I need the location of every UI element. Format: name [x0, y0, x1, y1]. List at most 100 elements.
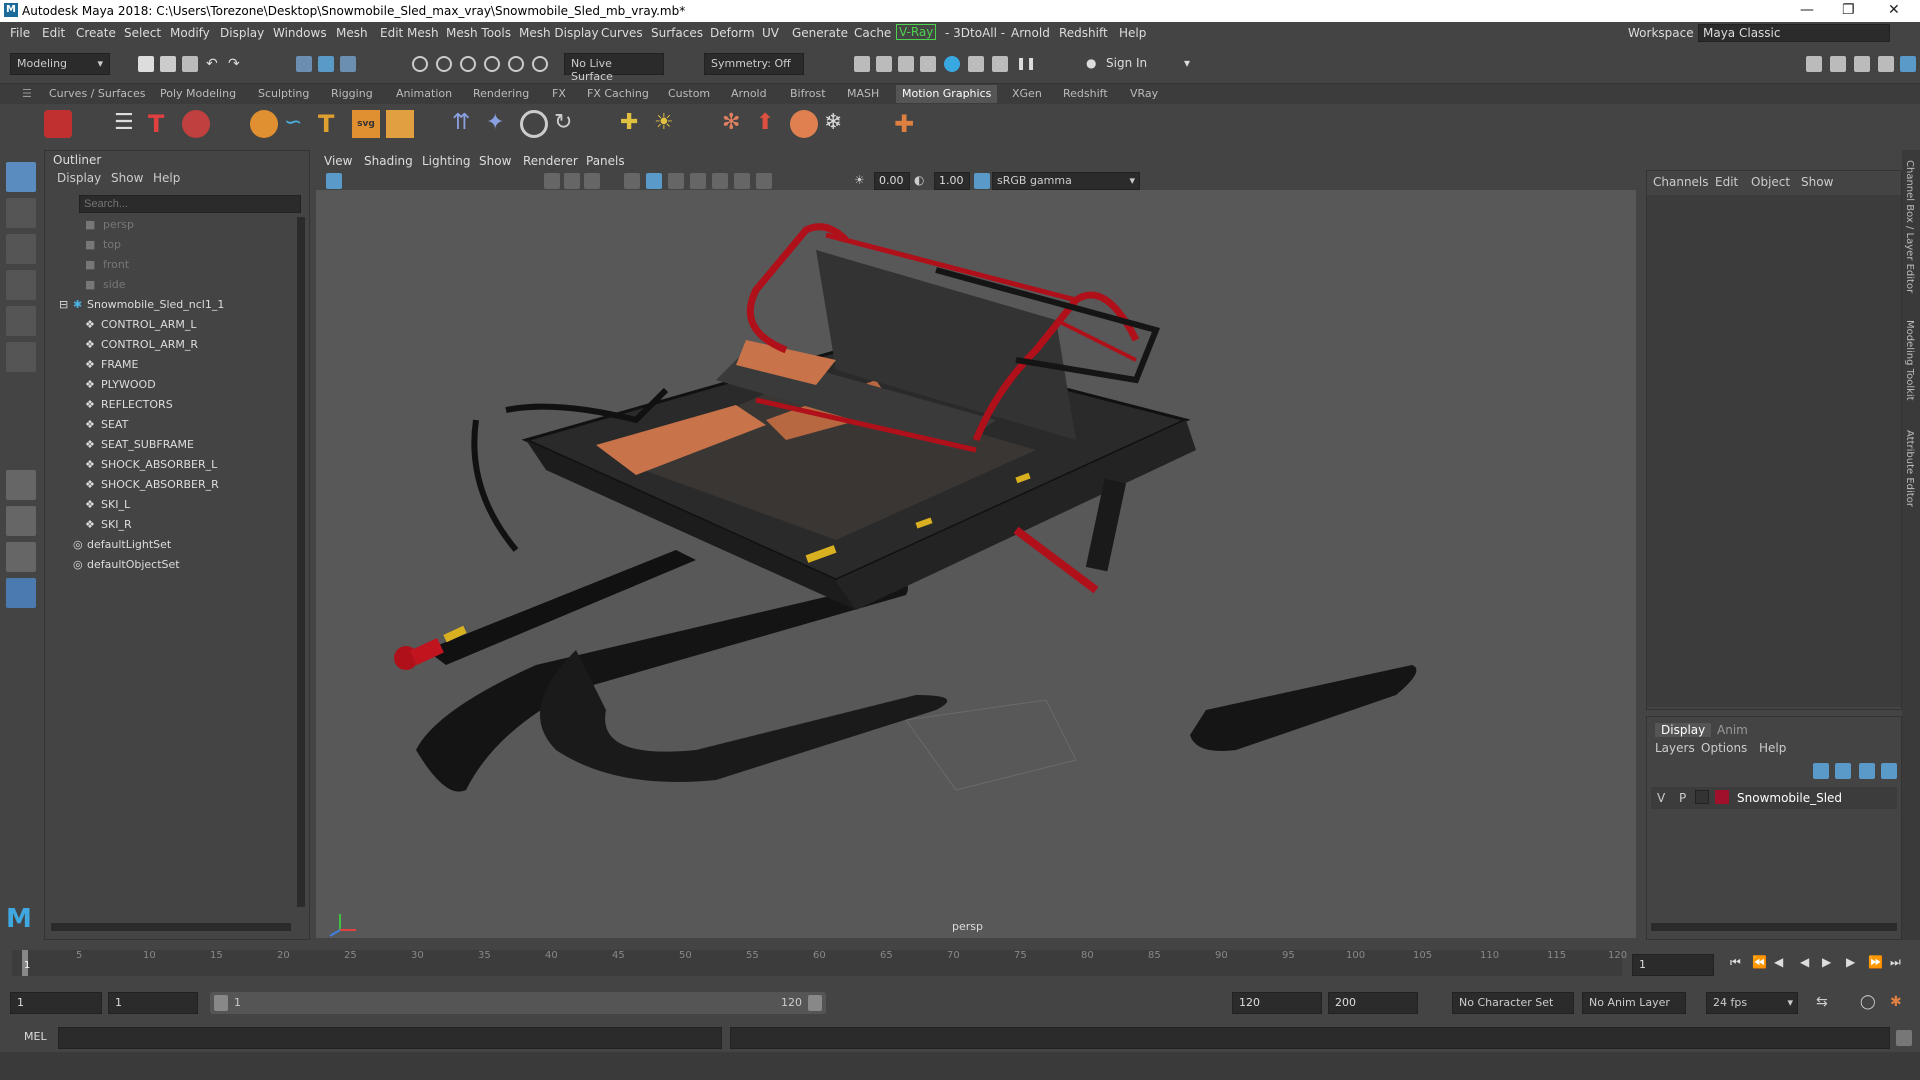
- scale-tool-icon[interactable]: [6, 342, 36, 372]
- playback-start-field[interactable]: 1: [108, 992, 198, 1014]
- list-item[interactable]: ❖ SKI_L: [45, 495, 285, 515]
- outliner-scrollbar[interactable]: [297, 217, 305, 907]
- go-to-start-icon[interactable]: ⏮: [1730, 955, 1741, 970]
- viewport-menu-renderer[interactable]: Renderer: [523, 154, 578, 168]
- list-item[interactable]: ■ persp: [45, 215, 285, 235]
- xray-icon[interactable]: [734, 173, 750, 189]
- layer-tab-anim[interactable]: Anim: [1717, 723, 1748, 737]
- loop-icon[interactable]: ⇆: [1816, 994, 1828, 1010]
- render-view-icon[interactable]: [854, 56, 870, 72]
- sign-in-button[interactable]: Sign In: [1106, 56, 1147, 70]
- layer-menu-options[interactable]: Options: [1701, 741, 1747, 755]
- shelf-tab-fx[interactable]: FX: [552, 87, 566, 100]
- move-layer-down-icon[interactable]: [1835, 763, 1851, 779]
- shelf-tab-poly-modeling[interactable]: Poly Modeling: [160, 87, 236, 100]
- paint-select-icon[interactable]: [6, 234, 36, 264]
- live-surface-field[interactable]: No Live Surface: [564, 53, 664, 83]
- select-object-icon[interactable]: [318, 56, 334, 72]
- camera-attributes-icon[interactable]: [326, 173, 342, 189]
- blend-icon[interactable]: ⇈: [452, 110, 480, 138]
- maximize-icon[interactable]: ❐: [1842, 2, 1855, 18]
- single-view-icon[interactable]: [6, 470, 36, 500]
- play-forward-icon[interactable]: ▶: [1822, 955, 1831, 969]
- menu-vray[interactable]: V-Ray: [896, 24, 937, 40]
- channel-menu-show[interactable]: Show: [1801, 175, 1833, 189]
- list-item[interactable]: ❖ REFLECTORS: [45, 395, 285, 415]
- viewport-panel[interactable]: persp: [316, 190, 1636, 938]
- dynamics-icon[interactable]: [790, 110, 818, 138]
- color-management-icon[interactable]: [974, 173, 990, 189]
- workspace-dropdown[interactable]: Maya Classic: [1698, 24, 1890, 42]
- vray-ipr-icon[interactable]: [992, 56, 1008, 72]
- anim-layer-dropdown[interactable]: No Anim Layer: [1582, 992, 1686, 1014]
- snap-pivot-icon[interactable]: [532, 56, 548, 72]
- layer-menu-help[interactable]: Help: [1759, 741, 1786, 755]
- two-view-icon[interactable]: [6, 542, 36, 572]
- script-editor-icon[interactable]: [1896, 1030, 1912, 1046]
- auto-key-icon[interactable]: ◯: [1860, 994, 1876, 1010]
- step-back-key-icon[interactable]: ◀: [1774, 955, 1783, 969]
- shelf-tab-motion-graphics[interactable]: Motion Graphics: [896, 85, 998, 103]
- range-end-handle[interactable]: [808, 995, 822, 1011]
- list-item[interactable]: ■ side: [45, 275, 285, 295]
- pause-icon[interactable]: ❚❚: [1016, 56, 1036, 72]
- menu-edit[interactable]: Edit: [42, 26, 65, 40]
- color-space-dropdown[interactable]: sRGB gamma ▾: [992, 172, 1140, 190]
- layer-playback-toggle[interactable]: P: [1679, 791, 1686, 805]
- snap-surface-icon[interactable]: [508, 56, 524, 72]
- menu-help[interactable]: Help: [1119, 26, 1146, 40]
- list-item[interactable]: ❖ CONTROL_ARM_L: [45, 315, 285, 335]
- layer-menu-layers[interactable]: Layers: [1655, 741, 1695, 755]
- new-scene-icon[interactable]: [138, 56, 154, 72]
- close-icon[interactable]: ✕: [1888, 2, 1900, 18]
- step-back-icon[interactable]: ⏪: [1752, 955, 1767, 969]
- list-item[interactable]: ◎ defaultLightSet: [45, 535, 285, 555]
- mode-dropdown[interactable]: Modeling ▾: [10, 53, 110, 75]
- shelf-tab-animation[interactable]: Animation: [396, 87, 452, 100]
- menu-display[interactable]: Display: [220, 26, 264, 40]
- shelf-tab-mash[interactable]: MASH: [847, 87, 879, 100]
- list-item[interactable]: ◎ defaultObjectSet: [45, 555, 285, 575]
- side-tab-attribute-editor[interactable]: Attribute Editor: [1904, 430, 1915, 507]
- minimize-icon[interactable]: —: [1800, 2, 1814, 18]
- layer-visibility-toggle[interactable]: V: [1657, 791, 1665, 805]
- symmetry-dropdown[interactable]: Symmetry: Off: [704, 53, 804, 75]
- time-slider[interactable]: 1 5 10 15 20 25 30 35 40 45 50 55 60 65 …: [0, 946, 1920, 980]
- shelf-tab-arnold[interactable]: Arnold: [731, 87, 767, 100]
- isolate-icon[interactable]: [756, 173, 772, 189]
- step-forward-key-icon[interactable]: ▶: [1846, 955, 1855, 969]
- list-item[interactable]: ❖ SKI_R: [45, 515, 285, 535]
- modeling-toolkit-icon[interactable]: [1806, 56, 1822, 72]
- character-set-dropdown[interactable]: No Character Set: [1452, 992, 1574, 1014]
- menu-windows[interactable]: Windows: [273, 26, 327, 40]
- new-layer-selected-icon[interactable]: [1881, 763, 1897, 779]
- menu-create[interactable]: Create: [76, 26, 116, 40]
- attribute-editor-icon[interactable]: [1830, 56, 1846, 72]
- axis-icon[interactable]: ✚: [894, 110, 922, 138]
- go-to-end-icon[interactable]: ⏭: [1890, 955, 1901, 970]
- viewport-menu-shading[interactable]: Shading: [364, 154, 413, 168]
- shelf-menu-icon[interactable]: ☰: [22, 87, 32, 100]
- list-item[interactable]: ❖ FRAME: [45, 355, 285, 375]
- list-item[interactable]: ❖ PLYWOOD: [45, 375, 285, 395]
- shelf-tab-redshift[interactable]: Redshift: [1063, 87, 1108, 100]
- list-icon[interactable]: ☰: [114, 110, 142, 138]
- snap-view-icon[interactable]: [484, 56, 500, 72]
- anim-start-field[interactable]: 1: [10, 992, 102, 1014]
- redo-icon[interactable]: ↷: [228, 56, 244, 72]
- shelf-tab-custom[interactable]: Custom: [668, 87, 710, 100]
- channel-menu-edit[interactable]: Edit: [1715, 175, 1738, 189]
- list-item[interactable]: ❖ SEAT: [45, 415, 285, 435]
- command-input[interactable]: [58, 1027, 722, 1049]
- menu-file[interactable]: File: [10, 26, 30, 40]
- viewport-menu-show[interactable]: Show: [479, 154, 511, 168]
- outliner-menu-show[interactable]: Show: [111, 171, 143, 185]
- layer-hscrollbar[interactable]: [1651, 923, 1897, 931]
- menu-3dtoall[interactable]: - 3DtoAll -: [945, 26, 1005, 40]
- shelf-tab-xgen[interactable]: XGen: [1012, 87, 1042, 100]
- sun-icon[interactable]: ☀: [654, 110, 682, 138]
- outliner-hscrollbar[interactable]: [51, 923, 291, 931]
- current-frame-field[interactable]: 1: [1632, 954, 1714, 976]
- playback-end-field[interactable]: 120: [1232, 992, 1322, 1014]
- side-tab-channel-box[interactable]: Channel Box / Layer Editor: [1904, 160, 1915, 293]
